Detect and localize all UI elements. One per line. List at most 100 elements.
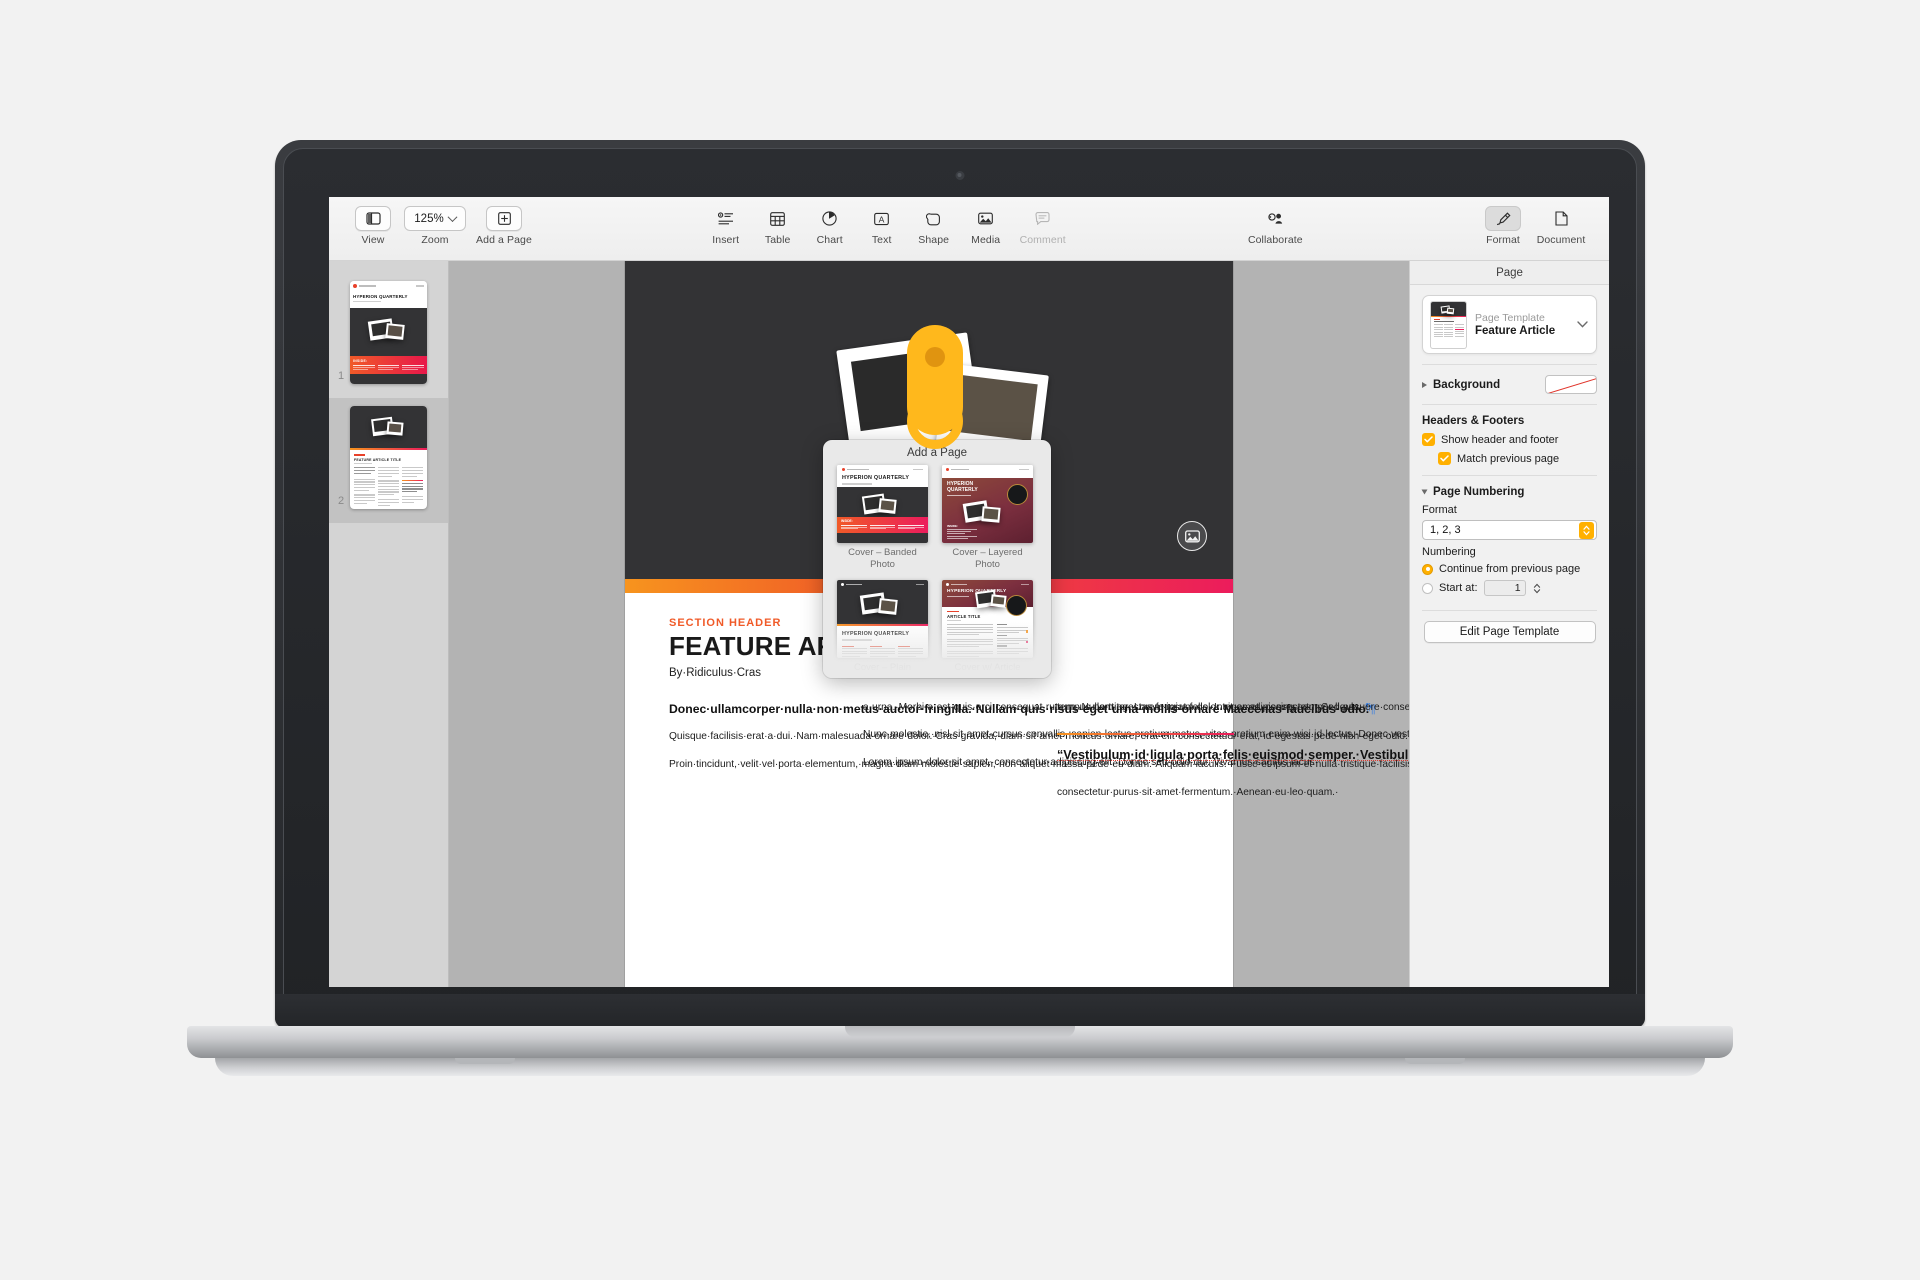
template-thumbnail: HYPERION QUARTERLY INSIDE: (942, 465, 1033, 543)
add-page-label: Add a Page (476, 234, 532, 246)
background-color-swatch[interactable] (1545, 375, 1597, 394)
template-thumbnail: HYPERION QUARTERLY (942, 580, 1033, 659)
checkbox-checked-icon[interactable] (1438, 452, 1451, 465)
continue-numbering-row[interactable]: Continue from previous page (1422, 563, 1597, 575)
page-template-name: Feature Article (1475, 325, 1556, 337)
numbering-format-value: 1, 2, 3 (1430, 524, 1461, 536)
zoom-value: 125% (414, 212, 444, 225)
match-previous-label: Match previous page (1457, 452, 1560, 465)
chart-button[interactable]: Chart (804, 197, 856, 246)
document-button[interactable]: Document (1529, 197, 1593, 246)
start-at-row[interactable]: Start at: 1 (1422, 580, 1597, 596)
template-caption: Cover – Layered Photo (952, 547, 1023, 570)
lead-paragraph: Donec·ullamcorper·nulla·non·metus·auctor… (669, 702, 1376, 716)
disclosure-triangle-icon[interactable] (1422, 381, 1427, 388)
continue-numbering-label: Continue from previous page (1439, 563, 1581, 575)
template-option-cover-layered-photo[interactable]: HYPERION QUARTERLY INSIDE: Cover – Layer… (942, 465, 1033, 570)
laptop-foot-left (455, 1058, 515, 1064)
comment-button[interactable]: Comment (1012, 197, 1074, 246)
article-column-2[interactable]: a·urna.·Morbi·a·est·quis·orci·consequat·… (863, 701, 1409, 801)
numbering-field-label: Numbering (1422, 546, 1476, 558)
template-thumbnail: HYPERION QUARTERLY (837, 580, 928, 659)
page-template-kicker: Page Template (1475, 312, 1545, 324)
collaborate-icon (1257, 206, 1293, 231)
article-column-1[interactable]: Donec·ullamcorper·nulla·non·metus·auctor… (669, 701, 1409, 801)
radio-selected-icon[interactable] (1422, 563, 1433, 575)
collaborate-label: Collaborate (1247, 234, 1303, 246)
edit-page-template-button[interactable]: Edit Page Template (1423, 621, 1596, 643)
app-toolbar: View 125% Zoom Add a Page Insert Table C… (329, 197, 1609, 261)
show-header-footer-row[interactable]: Show header and footer (1422, 433, 1597, 446)
page-thumbnails-sidebar[interactable]: 1 HYPERION QUARTERLY INSIDE: 2 FEATURE A… (329, 261, 449, 987)
annotation-pin-dot (925, 347, 945, 367)
template-option-cover-with-article[interactable]: HYPERION QUARTERLY (942, 580, 1033, 674)
article-columns: Donec·ullamcorper·nulla·non·metus·auctor… (669, 701, 1409, 801)
pullquote-text: “Vestibulum·id·ligula·porta·felis·euismo… (1057, 748, 1409, 763)
page-number-1: 1 (338, 370, 345, 382)
add-page-icon (486, 206, 522, 231)
page-numbering-section[interactable]: Page Numbering (1421, 486, 1597, 498)
format-field-label: Format (1422, 504, 1457, 516)
start-at-stepper[interactable] (1532, 580, 1543, 596)
radio-unselected-icon[interactable] (1422, 582, 1433, 594)
template-option-cover-banded-photo[interactable]: HYPERION QUARTERLY INSIDE: Cover – Bande… (837, 465, 928, 570)
format-icon (1485, 206, 1522, 231)
mini-cover-header: HYPERION QUARTERLY (350, 281, 427, 308)
laptop-foot-right (1405, 1058, 1465, 1064)
divider (1422, 404, 1597, 405)
media-button[interactable]: Media (960, 197, 1012, 246)
table-label: Table (764, 234, 791, 246)
pullquote: “Vestibulum·id·ligula·porta·felis·euismo… (1057, 747, 1409, 764)
paragraph-text: tempus·porttitor.·Lorem·ipsum·dolor·sit·… (1057, 702, 1409, 713)
template-caption: Cover w/ Article (954, 662, 1021, 674)
article-column-3[interactable]: tempus·porttitor.·Lorem·ipsum·dolor·sit·… (1057, 701, 1409, 801)
inspector-body: Page Template Feature Article Background… (1410, 285, 1609, 653)
stepper-icon[interactable] (1579, 521, 1594, 539)
numbering-format-select[interactable]: 1, 2, 3 (1422, 520, 1597, 540)
media-placeholder-button[interactable] (1177, 521, 1207, 551)
match-previous-row[interactable]: Match previous page (1438, 452, 1597, 465)
document-label: Document (1536, 234, 1586, 246)
format-button[interactable]: Format (1477, 197, 1529, 246)
format-inspector: Page Page Template Feature Article Backg… (1409, 261, 1609, 987)
shape-button[interactable]: Shape (908, 197, 960, 246)
paragraph-text: consectetur·purus·sit·amet·fermentum.·Ae… (1057, 787, 1339, 799)
screenshot-stage: View 125% Zoom Add a Page Insert Table C… (0, 0, 1920, 1280)
template-caption: Cover – Banded Photo (848, 547, 917, 570)
table-button[interactable]: Table (752, 197, 804, 246)
insert-icon (708, 206, 744, 231)
background-section[interactable]: Background (1422, 375, 1597, 394)
chart-label: Chart (816, 234, 843, 246)
text-button[interactable]: A Text (856, 197, 908, 246)
view-icon (355, 206, 391, 231)
zoom-label: Zoom (421, 234, 449, 246)
add-page-button[interactable]: Add a Page (471, 197, 537, 246)
shape-icon (916, 206, 952, 231)
page-thumbnail-2[interactable]: 2 FEATURE ARTICLE TITLE (329, 398, 448, 523)
thumbnail-image: HYPERION QUARTERLY INSIDE: (350, 281, 427, 384)
add-a-page-popover[interactable]: Add a Page HYPERION QUARTERLY INSIDE: Co… (823, 440, 1051, 678)
pullquote-rule (1057, 733, 1234, 736)
start-at-input[interactable]: 1 (1483, 580, 1526, 596)
toolbar-insert-group: Insert Table Chart A Text Shape Media Co… (700, 197, 1074, 246)
zoom-control[interactable]: 125% Zoom (399, 197, 471, 246)
disclosure-triangle-icon[interactable] (1421, 489, 1428, 495)
paragraph: a·urna.·Morbi·a·est·quis·orci·consequat·… (863, 702, 1371, 713)
template-caption: Cover – Plain (853, 662, 912, 674)
text-icon: A (864, 206, 900, 231)
view-button[interactable]: View (347, 197, 399, 246)
table-icon (760, 206, 796, 231)
screen-bottom-bezel (275, 994, 1645, 1028)
insert-button[interactable]: Insert (700, 197, 752, 246)
checkbox-checked-icon[interactable] (1422, 433, 1435, 446)
page-numbering-label: Page Numbering (1433, 486, 1525, 498)
page-thumbnail-1[interactable]: 1 HYPERION QUARTERLY INSIDE: (329, 273, 448, 398)
thumbnail-image: FEATURE ARTICLE TITLE (350, 406, 427, 509)
collaborate-button[interactable]: Collaborate (1236, 197, 1314, 246)
toolbar-left-group: View 125% Zoom Add a Page (347, 197, 537, 246)
zoom-select[interactable]: 125% (404, 206, 466, 231)
chevron-down-icon[interactable] (1577, 321, 1588, 328)
paragraph: tempus·porttitor.·Lorem·ipsum·dolor·sit·… (1057, 701, 1409, 715)
page-template-selector[interactable]: Page Template Feature Article (1422, 295, 1597, 354)
template-option-cover-plain[interactable]: HYPERION QUARTERLY Cover – Plain (837, 580, 928, 674)
